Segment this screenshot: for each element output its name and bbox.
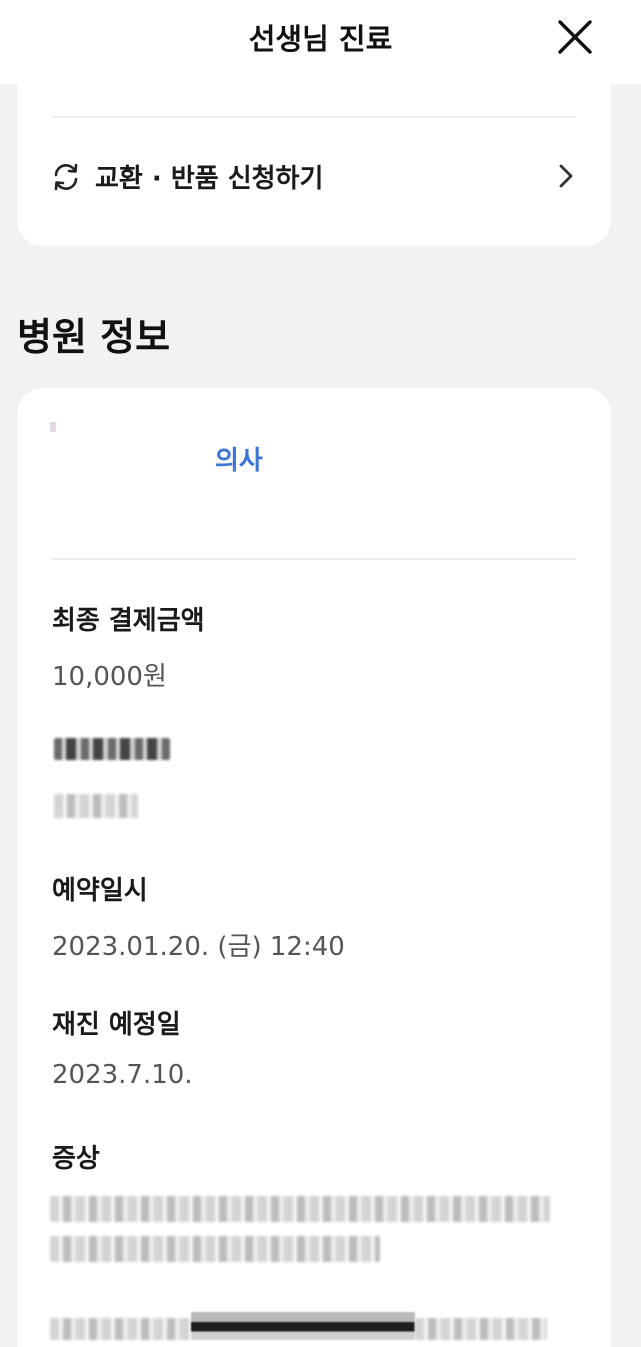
chevron-right-icon [559,164,573,188]
symptom-label: 증상 [52,1144,100,1174]
symptom-text-line [50,1196,550,1222]
divider [52,116,576,118]
reservation-label: 예약일시 [52,876,148,906]
reservation-value: 2023.01.20. (금) 12:40 [52,932,345,962]
symptom-text-line [191,1312,415,1340]
page-title: 선생님 진료 [248,22,393,56]
close-button[interactable] [552,14,598,60]
symptom-text-line [415,1318,547,1340]
redacted-value [54,794,138,818]
divider [52,558,576,560]
symptom-text-line [50,1236,380,1262]
payment-value: 10,000원 [52,662,167,692]
doctor-avatar [50,422,56,432]
order-actions-card: 교환 · 반품 신청하기 [17,84,611,246]
close-icon [558,20,592,54]
symptom-text-line [50,1318,190,1340]
hospital-info-card: 의사 최종 결제금액 10,000원 예약일시 2023.01.20. (금) … [17,388,611,1347]
revisit-value: 2023.7.10. [52,1060,193,1090]
redacted-label [54,738,170,760]
section-title-hospital: 병원 정보 [17,315,171,359]
payment-label: 최종 결제금액 [52,606,205,636]
refresh-icon [54,163,78,191]
revisit-label: 재진 예정일 [52,1010,181,1040]
header-bar: 선생님 진료 [0,0,641,84]
exchange-return-row[interactable]: 교환 · 반품 신청하기 [17,144,611,208]
doctor-role: 의사 [215,446,263,476]
exchange-return-label: 교환 · 반품 신청하기 [95,164,324,194]
